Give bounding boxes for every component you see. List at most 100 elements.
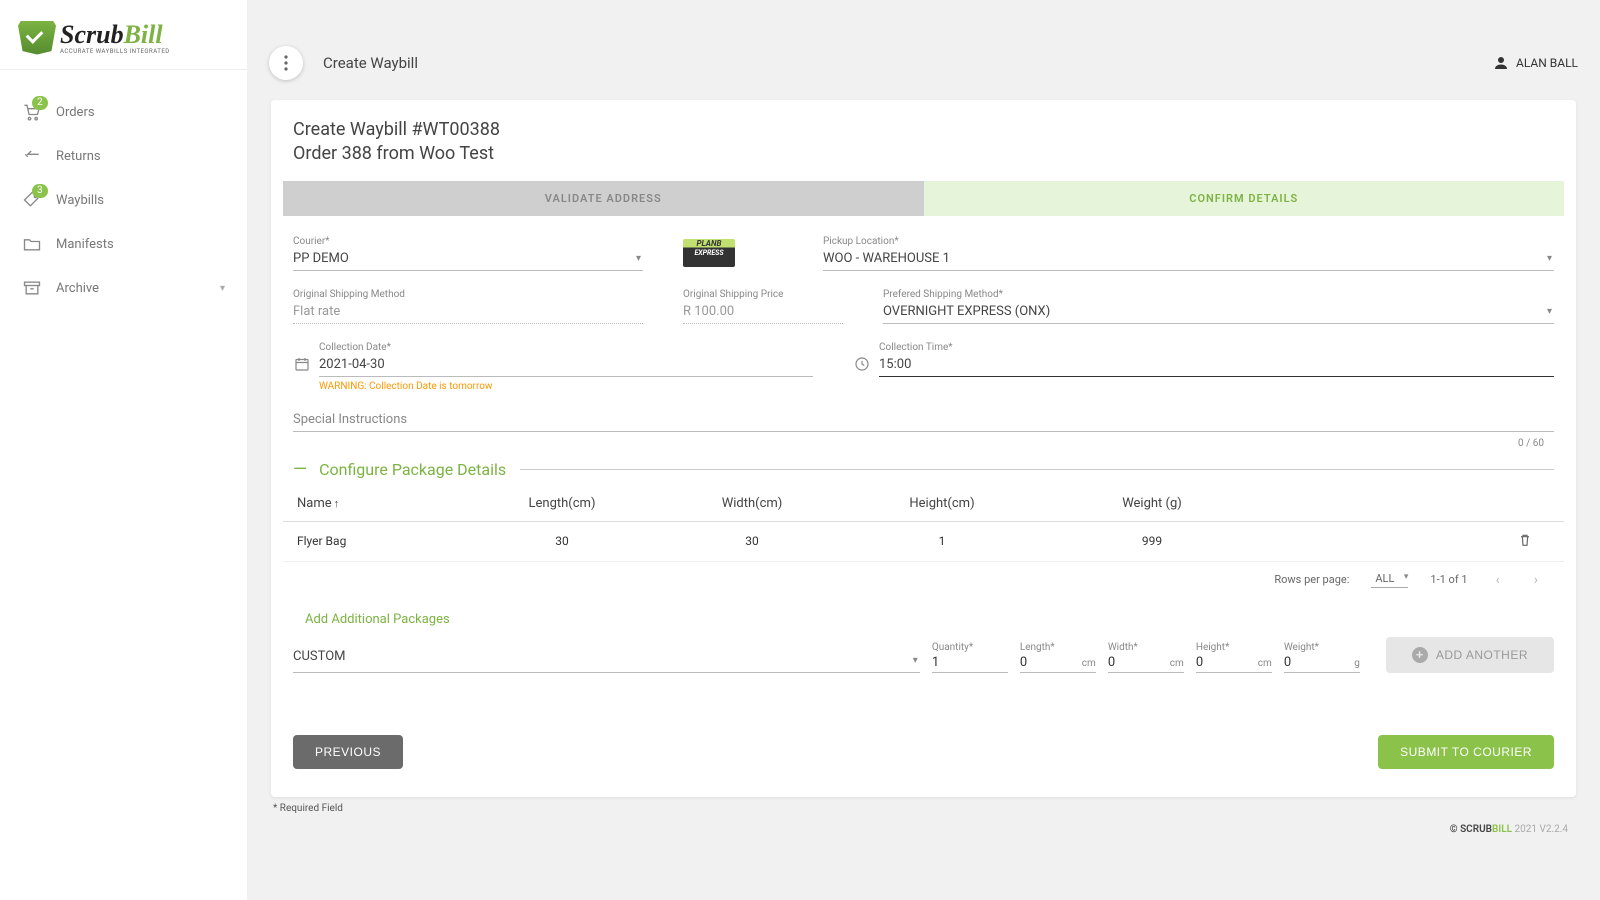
tab-confirm-details[interactable]: CONFIRM DETAILS	[924, 181, 1565, 216]
packages-table: Name↑ Length(cm) Width(cm) Height(cm) We…	[283, 486, 1564, 598]
col-header-width[interactable]: Width(cm)	[657, 496, 847, 511]
courier-logo-image: EXPRESS	[683, 239, 735, 267]
col-header-height[interactable]: Height(cm)	[847, 496, 1037, 511]
step-tabs: VALIDATE ADDRESS CONFIRM DETAILS	[283, 181, 1564, 216]
col-header-weight[interactable]: Weight (g)	[1037, 496, 1267, 511]
heading-line1: Create Waybill #WT00388	[293, 118, 1554, 142]
calendar-icon	[293, 355, 311, 377]
courier-select[interactable]: Courier* PP DEMO ▾	[293, 236, 643, 271]
collection-date-warning: WARNING: Collection Date is tomorrow	[319, 381, 813, 392]
pager-range: 1-1 of 1	[1430, 573, 1467, 586]
footer-brand: © SCRUBBILL 2021 V2.2.4	[271, 820, 1576, 835]
chevron-down-icon: ▾	[1404, 572, 1409, 582]
width-input[interactable]: Width* 0cm	[1108, 642, 1184, 673]
package-type-value: CUSTOM	[293, 647, 920, 668]
weight-input[interactable]: Weight* 0g	[1284, 642, 1360, 673]
quantity-input[interactable]: Quantity* 1	[932, 642, 1008, 673]
cell-length: 30	[467, 534, 657, 548]
sidebar-item-archive[interactable]: Archive ▾	[0, 266, 247, 310]
required-field-note: * Required Field	[271, 797, 1576, 820]
archive-icon	[22, 278, 42, 298]
orig-method-value: Flat rate	[293, 302, 643, 323]
sidebar-label-waybills: Waybills	[56, 193, 104, 208]
col-header-name[interactable]: Name↑	[297, 496, 467, 511]
divider	[520, 469, 1554, 470]
col-time-label: Collection Time*	[879, 342, 1554, 353]
page-title: Create Waybill	[323, 54, 418, 72]
cart-icon: 2	[22, 102, 42, 122]
pickup-label: Pickup Location*	[823, 236, 1554, 247]
rows-per-page-select[interactable]: ALL ▾	[1371, 572, 1408, 588]
trash-icon	[1517, 532, 1533, 548]
package-type-select[interactable]: CUSTOM ▾	[293, 647, 920, 673]
instructions-label: Special Instructions	[293, 410, 1554, 431]
dots-vertical-icon	[284, 55, 288, 71]
height-input[interactable]: Height* 0cm	[1196, 642, 1272, 673]
more-menu-button[interactable]	[269, 46, 303, 80]
chevron-down-icon: ▾	[636, 253, 641, 264]
logo: ScrubBill ACCURATE WAYBILLS INTEGRATED	[0, 0, 247, 70]
sort-arrow-up-icon: ↑	[334, 497, 340, 510]
courier-value: PP DEMO	[293, 249, 643, 270]
tab-validate-address[interactable]: VALIDATE ADDRESS	[283, 181, 924, 216]
logo-scrub: Scrub	[60, 20, 124, 49]
col-header-length[interactable]: Length(cm)	[467, 496, 657, 511]
col-date-value: 2021-04-30	[319, 355, 813, 376]
length-input[interactable]: Length* 0cm	[1020, 642, 1096, 673]
pickup-location-select[interactable]: Pickup Location* WOO - WAREHOUSE 1 ▾	[823, 236, 1554, 271]
cell-name: Flyer Bag	[297, 534, 467, 548]
pref-method-value: OVERNIGHT EXPRESS (ONX)	[883, 302, 1554, 323]
plus-circle-icon: +	[1412, 647, 1428, 663]
sidebar-item-returns[interactable]: Returns	[0, 134, 247, 178]
chevron-down-icon: ▾	[1547, 306, 1552, 317]
instructions-counter: 0 / 60	[293, 432, 1554, 449]
waybill-card: Create Waybill #WT00388 Order 388 from W…	[271, 100, 1576, 797]
orig-price-label: Original Shipping Price	[683, 289, 843, 300]
collection-date-input[interactable]: Collection Date* 2021-04-30	[319, 342, 813, 377]
rows-per-page-label: Rows per page:	[1274, 573, 1349, 586]
special-instructions-input[interactable]: Special Instructions	[293, 410, 1554, 432]
sidebar: ScrubBill ACCURATE WAYBILLS INTEGRATED 2…	[0, 0, 247, 900]
courier-label: Courier*	[293, 236, 643, 247]
collection-time-input[interactable]: Collection Time* 15:00	[879, 342, 1554, 377]
chevron-down-icon: ▾	[1547, 253, 1552, 264]
pager-next-button[interactable]: ›	[1528, 572, 1544, 588]
user-menu[interactable]: ALAN BALL	[1492, 54, 1578, 72]
add-another-button[interactable]: + ADD ANOTHER	[1386, 637, 1554, 673]
chevron-down-icon: ▾	[913, 655, 918, 666]
pager-prev-button[interactable]: ‹	[1490, 572, 1506, 588]
heading-line2: Order 388 from Woo Test	[293, 142, 1554, 166]
pref-method-label: Prefered Shipping Method*	[883, 289, 1554, 300]
submit-to-courier-button[interactable]: SUBMIT TO COURIER	[1378, 735, 1554, 769]
cell-width: 30	[657, 534, 847, 548]
logo-bill: Bill	[124, 20, 163, 49]
main: Create Waybill ALAN BALL Create Waybill …	[247, 0, 1600, 900]
folder-icon	[22, 234, 42, 254]
sidebar-label-manifests: Manifests	[56, 237, 114, 252]
sidebar-label-returns: Returns	[56, 149, 101, 164]
collapse-icon[interactable]: —	[293, 459, 307, 480]
delete-row-button[interactable]	[1517, 537, 1533, 551]
add-packages-title: Add Additional Packages	[283, 598, 1564, 637]
previous-button[interactable]: PREVIOUS	[293, 735, 403, 769]
user-name: ALAN BALL	[1516, 56, 1578, 70]
orig-method-label: Original Shipping Method	[293, 289, 643, 300]
waybills-badge: 3	[32, 184, 48, 198]
cell-height: 1	[847, 534, 1037, 548]
topbar: Create Waybill ALAN BALL	[247, 32, 1600, 94]
pickup-value: WOO - WAREHOUSE 1	[823, 249, 1554, 270]
sidebar-item-waybills[interactable]: 3 Waybills	[0, 178, 247, 222]
sidebar-item-orders[interactable]: 2 Orders	[0, 90, 247, 134]
orig-price-value: R 100.00	[683, 302, 843, 323]
user-icon	[1492, 54, 1510, 72]
sidebar-item-manifests[interactable]: Manifests	[0, 222, 247, 266]
col-date-label: Collection Date*	[319, 342, 813, 353]
configure-packages-title: Configure Package Details	[319, 460, 506, 479]
sidebar-label-archive: Archive	[56, 281, 99, 296]
original-shipping-price: Original Shipping Price R 100.00	[683, 289, 843, 324]
preferred-shipping-method-select[interactable]: Prefered Shipping Method* OVERNIGHT EXPR…	[883, 289, 1554, 324]
tag-icon: 3	[22, 190, 42, 210]
chevron-down-icon: ▾	[220, 283, 225, 294]
return-arrow-icon	[22, 146, 42, 166]
sidebar-label-orders: Orders	[56, 105, 95, 120]
